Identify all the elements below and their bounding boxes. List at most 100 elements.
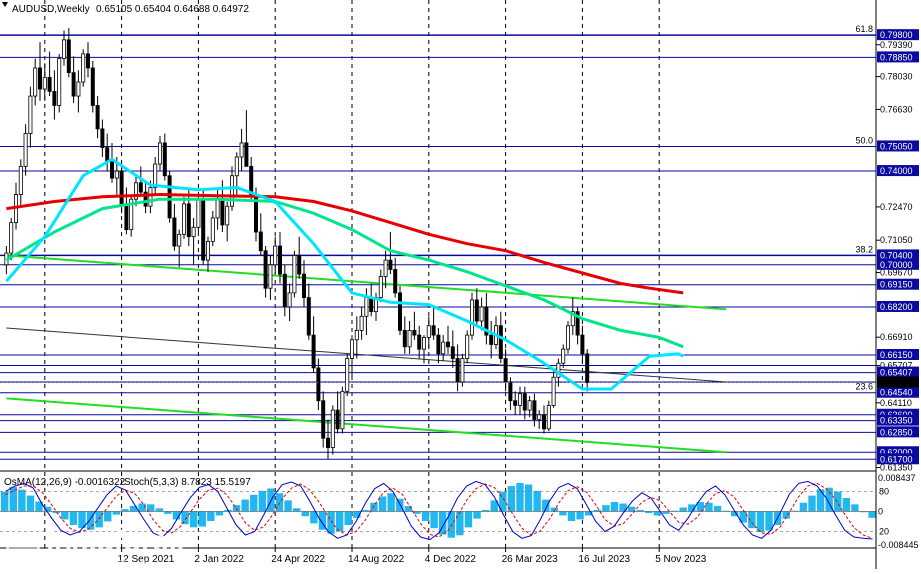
bear-candle-body: [110, 161, 115, 179]
bear-candle-body: [105, 147, 110, 163]
osma-bar: [808, 495, 816, 512]
time-label: 16 Jul 2023: [578, 554, 630, 565]
price-level-tag-label: 0.66150: [880, 350, 913, 360]
bear-candle-body: [277, 245, 282, 275]
price-tick-label: 0.76630: [880, 104, 913, 114]
bear-candle-body: [167, 175, 172, 219]
candle: [340, 386, 345, 434]
bear-candle-body: [258, 231, 263, 252]
bull-candle-body: [465, 334, 470, 359]
bull-candle-body: [268, 264, 273, 289]
osma-bar: [430, 511, 438, 529]
bear-candle-body: [513, 400, 518, 406]
candle: [465, 330, 470, 364]
price-level-tag-label: 0.69150: [880, 280, 913, 290]
bull-candle-body: [157, 142, 162, 165]
chart-canvas: 61.850.038.223.6 80200.0084370-0.008445 …: [0, 0, 921, 569]
osma-bar: [842, 497, 851, 512]
bull-candle-body: [62, 39, 67, 59]
bear-candle-body: [201, 198, 206, 261]
bear-candle-body: [311, 334, 316, 369]
price-level-tag-label: 0.79800: [880, 30, 913, 40]
bear-candle-body: [508, 381, 513, 402]
osma-bar: [147, 504, 155, 512]
bear-candle-body: [417, 334, 422, 350]
bull-candle-body: [76, 81, 81, 97]
bear-candle-body: [436, 334, 441, 355]
bear-candle-body: [47, 76, 52, 92]
candle: [546, 400, 551, 432]
bull-candle-body: [551, 376, 556, 406]
osma-bar: [533, 490, 541, 512]
osma-bar: [756, 511, 765, 533]
bull-candle-body: [566, 325, 571, 350]
osma-bar: [181, 511, 189, 525]
osma-bar: [293, 508, 301, 512]
bear-candle-body: [325, 437, 330, 448]
osma-bar: [851, 504, 859, 512]
bear-candle-body: [38, 67, 43, 90]
bull-candle-body: [215, 198, 220, 219]
price-tick-label: 0.79390: [880, 40, 913, 50]
osma-bar: [9, 486, 17, 512]
osma-bar: [18, 489, 26, 512]
bull-candle-body: [205, 240, 210, 261]
osma-bar: [464, 511, 473, 528]
bear-candle-body: [71, 72, 76, 97]
bear-candle-body: [542, 414, 547, 430]
osma-bar: [473, 511, 481, 519]
bear-candle-body: [90, 67, 95, 106]
price-tick-label: 0.66910: [880, 332, 913, 342]
price-level-tag-label: 0.68200: [880, 302, 913, 312]
osma-bar: [576, 511, 584, 520]
bear-candle-body: [503, 358, 508, 383]
bear-candle-body: [86, 53, 91, 69]
bull-candle-body: [527, 400, 532, 411]
bull-candle-body: [9, 222, 14, 254]
osma-bar: [516, 482, 524, 512]
bear-candle-body: [450, 346, 455, 359]
oscillator-axis-label: 0.008437: [878, 473, 916, 483]
bear-candle-body: [138, 182, 143, 193]
bull-candle-body: [518, 393, 523, 406]
price-level-tag-label: 0.61700: [880, 454, 913, 464]
bear-candle-body: [301, 273, 306, 298]
osma-bar: [241, 499, 249, 512]
osma-bar: [378, 496, 387, 512]
oscillator-axis-label: 0: [878, 506, 883, 516]
bull-candle-body: [537, 414, 542, 420]
bear-candle-body: [498, 325, 503, 359]
bull-candle-body: [354, 330, 359, 341]
bear-candle-body: [66, 39, 71, 74]
bear-candle-body: [95, 105, 100, 130]
bull-candle-body: [273, 245, 278, 266]
bull-candle-body: [378, 276, 383, 298]
bear-candle-body: [388, 259, 393, 270]
bear-candle-body: [186, 203, 191, 238]
osma-bar: [250, 494, 258, 512]
bull-candle-body: [28, 95, 33, 134]
bull-candle-body: [114, 170, 119, 179]
osma-bar: [421, 511, 430, 522]
time-label: 5 Nov 2023: [655, 554, 707, 565]
osma-bar: [155, 508, 163, 512]
bull-candle-body: [441, 341, 446, 355]
osma-bar: [112, 511, 121, 515]
osma-readout: OsMA(12,26,9) -0.0016322: [4, 477, 126, 488]
bear-candle-body: [100, 128, 105, 149]
oscillator-axis-label: -0.008445: [878, 540, 919, 550]
candle: [167, 171, 172, 223]
stoch-readout: Stoch(5,3,3) 8.7823 15.5197: [124, 477, 251, 488]
bear-candle-body: [532, 400, 537, 420]
bear-candle-body: [522, 393, 527, 411]
bull-candle-body: [426, 325, 431, 338]
bull-candle-body: [546, 404, 551, 430]
bull-candle-body: [469, 299, 474, 336]
candle: [90, 60, 95, 113]
osma-bar: [207, 511, 215, 522]
bull-candle-body: [561, 348, 566, 364]
candle: [330, 405, 335, 455]
bear-candle-body: [431, 325, 436, 336]
bull-candle-body: [148, 187, 153, 207]
time-label: 4 Dec 2022: [425, 554, 477, 565]
